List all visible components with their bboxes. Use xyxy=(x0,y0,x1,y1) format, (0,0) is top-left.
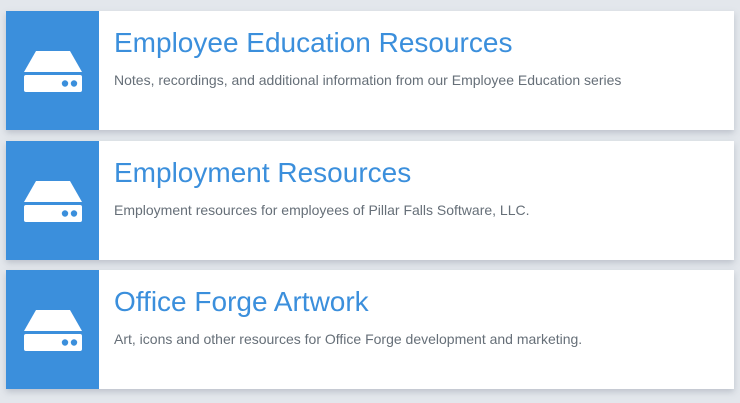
resource-icon-panel xyxy=(6,270,99,389)
resource-title[interactable]: Employment Resources xyxy=(114,156,530,190)
resource-icon-panel xyxy=(6,141,99,260)
resource-card-content: Employee Education Resources Notes, reco… xyxy=(99,11,621,130)
resource-card-office-forge-artwork[interactable]: Office Forge Artwork Art, icons and othe… xyxy=(6,270,734,389)
resource-description: Art, icons and other resources for Offic… xyxy=(114,331,583,347)
resource-title[interactable]: Office Forge Artwork xyxy=(114,285,582,319)
resource-description: Notes, recordings, and additional inform… xyxy=(114,72,622,88)
resource-icon-panel xyxy=(6,11,99,130)
resource-description: Employment resources for employees of Pi… xyxy=(114,202,530,218)
resource-card-employment[interactable]: Employment Resources Employment resource… xyxy=(6,141,734,260)
resource-list: Employee Education Resources Notes, reco… xyxy=(0,0,740,403)
hard-drive-icon xyxy=(23,309,82,351)
hard-drive-icon xyxy=(23,50,82,92)
hard-drive-icon xyxy=(23,180,82,222)
resource-card-employee-education[interactable]: Employee Education Resources Notes, reco… xyxy=(6,11,734,130)
resource-card-content: Office Forge Artwork Art, icons and othe… xyxy=(99,270,582,389)
resource-title[interactable]: Employee Education Resources xyxy=(114,26,621,60)
resource-card-content: Employment Resources Employment resource… xyxy=(99,141,530,260)
